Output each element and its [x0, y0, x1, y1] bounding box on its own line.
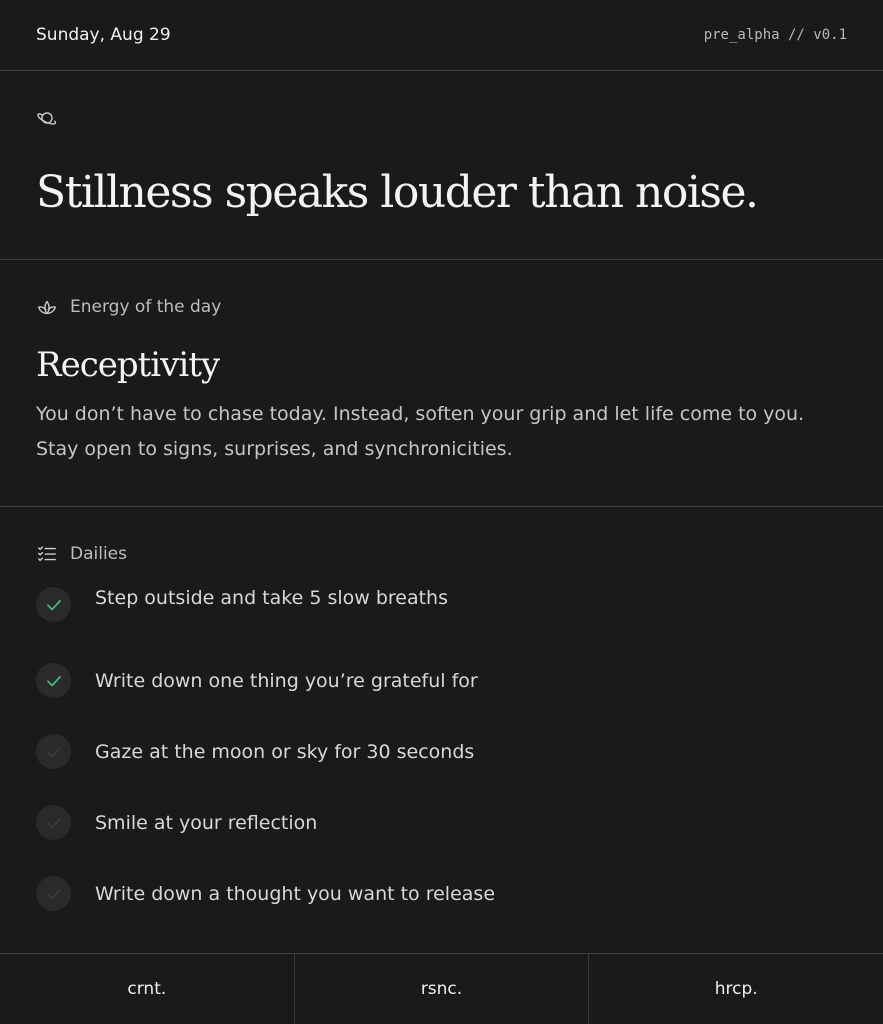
- task-item[interactable]: Write down one thing you’re grateful for: [36, 645, 847, 716]
- task-checkbox[interactable]: [36, 734, 71, 769]
- energy-label: Energy of the day: [70, 297, 222, 317]
- planet-icon: [37, 112, 57, 125]
- task-checkbox[interactable]: [36, 876, 71, 911]
- tab-current[interactable]: crnt.: [0, 954, 295, 1024]
- energy-section: Energy of the day Receptivity You don’t …: [0, 260, 883, 507]
- task-label: Gaze at the moon or sky for 30 seconds: [95, 740, 475, 763]
- checkmark-icon: [46, 675, 61, 686]
- bottom-tab-bar: crnt. rsnc. hrcp.: [0, 953, 883, 1024]
- task-list: Step outside and take 5 slow breaths Wri…: [36, 587, 847, 929]
- tab-resonance[interactable]: rsnc.: [295, 954, 590, 1024]
- energy-description: You don’t have to chase today. Instead, …: [36, 403, 805, 460]
- task-checkbox[interactable]: [36, 663, 71, 698]
- energy-header: Energy of the day: [36, 296, 847, 318]
- top-bar: Sunday, Aug 29 pre_alpha // v0.1: [0, 0, 883, 71]
- task-item[interactable]: Step outside and take 5 slow breaths: [36, 587, 847, 645]
- task-item[interactable]: Write down a thought you want to release: [36, 858, 847, 929]
- checkmark-icon: [46, 746, 61, 757]
- task-item[interactable]: Smile at your reflection: [36, 787, 847, 858]
- task-checkbox[interactable]: [36, 805, 71, 840]
- task-label: Smile at your reflection: [95, 811, 318, 834]
- tab-horoscope[interactable]: hrcp.: [589, 954, 883, 1024]
- daily-quote-section: Stillness speaks louder than noise.: [0, 71, 883, 260]
- app-screen: Sunday, Aug 29 pre_alpha // v0.1 Stillne…: [0, 0, 883, 1024]
- task-label: Write down a thought you want to release: [95, 882, 496, 905]
- checkmark-icon: [46, 817, 61, 828]
- dailies-header: Dailies: [36, 543, 847, 565]
- daily-quote: Stillness speaks louder than noise.: [36, 167, 759, 218]
- task-label: Write down one thing you’re grateful for: [95, 669, 478, 692]
- task-item[interactable]: Gaze at the moon or sky for 30 seconds: [36, 716, 847, 787]
- task-label: Step outside and take 5 slow breaths: [95, 587, 449, 609]
- current-date: Sunday, Aug 29: [36, 25, 171, 45]
- lotus-icon: [38, 300, 56, 315]
- task-checkbox[interactable]: [36, 587, 71, 622]
- energy-title: Receptivity: [36, 345, 220, 385]
- checkmark-icon: [46, 888, 61, 899]
- checkmark-icon: [46, 599, 61, 610]
- version-label: pre_alpha // v0.1: [703, 27, 847, 43]
- dailies-section: Dailies Step outside and take 5 slow bre…: [0, 507, 883, 954]
- checklist-icon: [38, 546, 56, 562]
- dailies-label: Dailies: [70, 544, 127, 564]
